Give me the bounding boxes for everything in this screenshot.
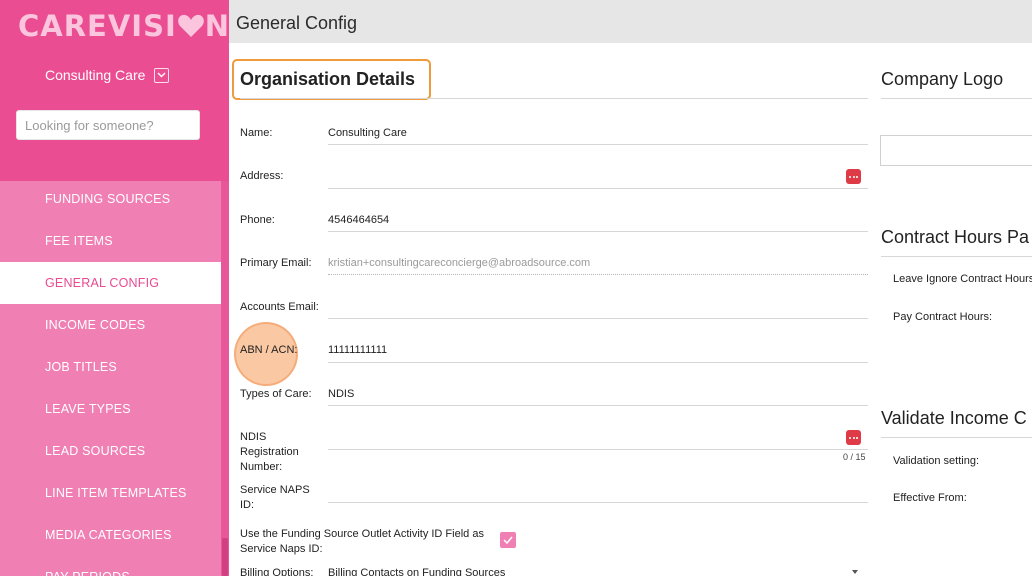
chevron-down-icon[interactable] <box>852 570 858 574</box>
sidebar-item-leave-types[interactable]: LEAVE TYPES <box>0 388 221 430</box>
logo-upload-box[interactable] <box>880 135 1032 166</box>
contract-hours-title: Contract Hours Pa <box>881 227 1030 247</box>
billing-options-select[interactable]: Billing Contacts on Funding Sources <box>328 567 828 576</box>
sidebar-item-pay-periods[interactable]: PAY PERIODS <box>0 556 221 576</box>
ndis-more-button[interactable] <box>846 430 861 445</box>
company-logo-title: Company Logo <box>881 69 1004 89</box>
effective-from-label: Effective From: <box>893 492 967 504</box>
types-of-care-label: Types of Care: <box>240 388 312 400</box>
pay-contract-hours-label: Pay Contract Hours: <box>893 311 993 323</box>
sidebar-item-job-titles[interactable]: JOB TITLES <box>0 346 221 388</box>
sidebar-item-fee-items[interactable]: FEE ITEMS <box>0 220 221 262</box>
validation-setting-label: Validation setting: <box>893 455 980 467</box>
phone-field[interactable]: 4546464654 <box>328 214 838 226</box>
abn-field[interactable]: 11111111111 <box>328 344 838 356</box>
types-of-care-underline <box>328 405 868 406</box>
sidebar-header: CAREVISI N Consulting Care <box>0 0 229 181</box>
address-label: Address: <box>240 170 284 182</box>
top-bar: General Config <box>229 0 1032 43</box>
company-logo-divider <box>881 98 1032 99</box>
primary-email-label: Primary Email: <box>240 257 312 269</box>
accounts-email-underline <box>328 318 868 319</box>
phone-field-underline <box>328 231 868 232</box>
sidebar-scrollbar[interactable] <box>221 181 229 576</box>
section-title-organisation-details: Organisation Details <box>240 69 416 89</box>
name-label: Name: <box>240 127 273 139</box>
heart-icon <box>177 14 204 38</box>
org-name: Consulting Care <box>45 67 146 83</box>
abn-label: ABN / ACN: <box>240 344 298 356</box>
validate-income-divider <box>881 437 1032 438</box>
abn-field-underline <box>328 362 868 363</box>
types-of-care-field[interactable]: NDIS <box>328 388 838 400</box>
search-input[interactable] <box>16 110 200 140</box>
service-naps-underline <box>328 502 868 503</box>
primary-email-field[interactable]: kristian+consultingcareconcierge@abroads… <box>328 257 838 269</box>
ndis-registration-label: NDIS Registration Number: <box>240 431 299 473</box>
contract-hours-divider <box>881 256 1032 257</box>
sidebar-item-income-codes[interactable]: INCOME CODES <box>0 304 221 346</box>
validate-income-title: Validate Income C <box>881 408 1027 428</box>
name-field[interactable]: Consulting Care <box>328 127 838 139</box>
chevron-down-icon[interactable] <box>154 67 170 83</box>
phone-label: Phone: <box>240 214 275 226</box>
accounts-email-label: Accounts Email: <box>240 301 319 313</box>
use-funding-source-label: Use the Funding Source Outlet Activity I… <box>240 528 484 555</box>
sidebar-nav: FUNDING SOURCES FEE ITEMS GENERAL CONFIG… <box>0 178 221 576</box>
sidebar-item-line-item-templates[interactable]: LINE ITEM TEMPLATES <box>0 472 221 514</box>
sidebar-item-general-config[interactable]: GENERAL CONFIG <box>0 262 221 304</box>
sidebar-item-lead-sources[interactable]: LEAD SOURCES <box>0 430 221 472</box>
leave-ignore-contract-hours-label: Leave Ignore Contract Hours <box>893 273 1032 285</box>
address-more-button[interactable] <box>846 169 861 184</box>
ndis-registration-underline <box>328 449 868 450</box>
sidebar: CAREVISI N Consulting Care FUNDING SOURCE… <box>0 0 229 576</box>
logo-text-end: N <box>204 9 229 43</box>
check-icon <box>503 536 513 544</box>
sidebar-item-media-categories[interactable]: MEDIA CATEGORIES <box>0 514 221 556</box>
carevision-logo[interactable]: CAREVISI N <box>18 9 229 43</box>
page-title: General Config <box>236 13 358 33</box>
logo-text: CAREVISI <box>18 9 177 43</box>
billing-options-label: Billing Options: <box>240 567 314 576</box>
scrollbar-thumb[interactable] <box>222 538 228 576</box>
sidebar-item-funding-sources[interactable]: FUNDING SOURCES <box>0 178 221 220</box>
use-funding-source-checkbox[interactable] <box>500 532 516 548</box>
divider <box>240 98 868 99</box>
character-counter: 0 / 15 <box>843 452 866 462</box>
primary-email-underline <box>328 274 868 275</box>
service-naps-label: Service NAPS ID: <box>240 484 310 511</box>
address-field-underline <box>328 188 868 189</box>
name-field-underline <box>328 144 868 145</box>
org-switcher[interactable]: Consulting Care <box>45 67 170 83</box>
